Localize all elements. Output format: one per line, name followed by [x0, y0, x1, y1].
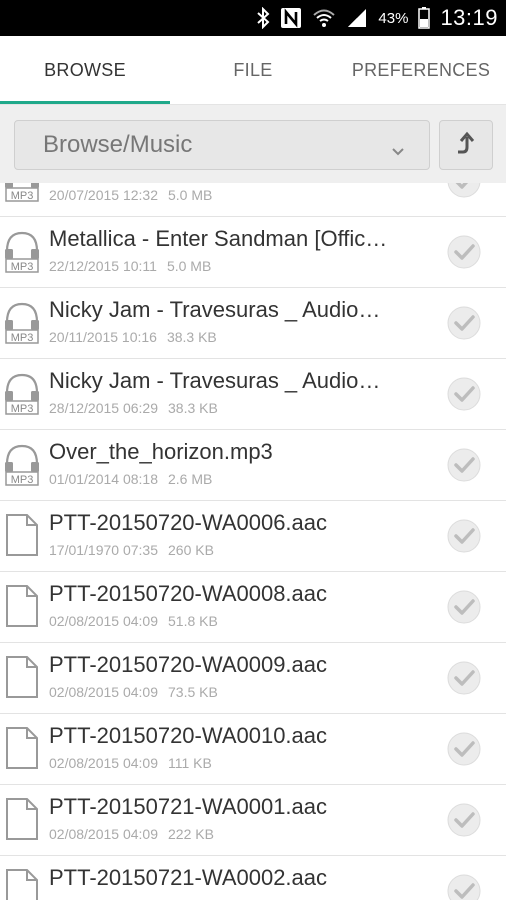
file-list[interactable]: MP3 20/07/2015 12:32 5.0 MB MP3 Metallica - …	[0, 183, 506, 900]
file-date: 20/11/2015 10:16	[49, 329, 157, 345]
file-size: 2.6 MB	[168, 471, 213, 487]
file-name: PTT-20150720-WA0008.aac	[49, 581, 328, 606]
file-size: 38.3 KB	[168, 400, 218, 416]
file-row[interactable]: MP3 Over_the_horizon.mp3 01/01/2014 08:18 2…	[0, 430, 506, 501]
path-dropdown[interactable]: Browse/Music	[14, 120, 430, 170]
tab-file[interactable]: FILE	[170, 36, 336, 104]
file-date: 22/12/2015 10:11	[49, 258, 157, 274]
file-size: 38.3 KB	[166, 329, 217, 345]
file-date: 17/01/1970 07:35	[49, 542, 158, 558]
svg-text:MP3: MP3	[11, 332, 34, 344]
file-name: Over_the_horizon.mp3	[49, 439, 273, 464]
file-size: 260 KB	[168, 542, 214, 558]
bluetooth-icon	[256, 7, 270, 29]
file-name: Nicky Jam - Travesuras _ Audio…	[49, 297, 381, 322]
folder-up-icon	[451, 128, 481, 163]
file-icon	[3, 584, 41, 628]
file-name: PTT-20150720-WA0009.aac	[49, 652, 328, 677]
file-date: 02/08/2015 04:09	[49, 755, 158, 771]
file-row[interactable]: MP3 20/07/2015 12:32 5.0 MB	[0, 183, 506, 217]
file-icon	[3, 726, 41, 770]
file-row[interactable]: PTT-20150721-WA0001.aac 02/08/2015 04:09 2…	[0, 785, 506, 856]
file-meta: 02/08/2015 04:09 111 KB	[49, 755, 212, 771]
status-bar: 43% 13:19	[0, 0, 506, 36]
battery-icon	[418, 7, 431, 29]
file-name: PTT-20150721-WA0002.aac	[49, 865, 328, 890]
mp3-file-icon: MP3	[3, 371, 41, 415]
tab-bar: BROWSE FILE PREFERENCES	[0, 36, 506, 105]
tab-browse[interactable]: BROWSE	[0, 36, 170, 104]
svg-text:MP3: MP3	[11, 474, 34, 486]
file-meta: 22/12/2015 10:11 5.0 MB	[49, 258, 211, 274]
select-checkmark-icon[interactable]	[446, 305, 482, 341]
select-checkmark-icon[interactable]	[446, 873, 482, 900]
nfc-icon	[280, 7, 302, 29]
svg-text:MP3: MP3	[11, 403, 34, 415]
file-size: 5.0 MB	[168, 187, 213, 203]
select-checkmark-icon[interactable]	[446, 660, 482, 696]
file-name: Metallica - Enter Sandman [Offic…	[49, 226, 388, 251]
file-row[interactable]: MP3 Nicky Jam - Travesuras _ Audio… 28/12/…	[0, 359, 506, 430]
file-name: PTT-20150721-WA0001.aac	[49, 794, 328, 819]
file-meta: 20/11/2015 10:16 38.3 KB	[49, 329, 217, 345]
select-checkmark-icon[interactable]	[446, 447, 482, 483]
file-row[interactable]: MP3 Nicky Jam - Travesuras _ Audio… 20/11/…	[0, 288, 506, 359]
mp3-file-icon: MP3	[3, 229, 41, 273]
file-meta: 28/12/2015 06:29 38.3 KB	[49, 400, 218, 416]
file-row[interactable]: PTT-20150720-WA0008.aac 02/08/2015 04:09 5…	[0, 572, 506, 643]
select-checkmark-icon[interactable]	[446, 589, 482, 625]
select-checkmark-icon[interactable]	[446, 234, 482, 270]
file-date: 02/08/2015 04:09	[49, 613, 158, 629]
file-size: 111 KB	[168, 755, 212, 771]
select-checkmark-icon[interactable]	[446, 376, 482, 412]
mp3-file-icon: MP3	[3, 300, 41, 344]
file-row[interactable]: PTT-20150720-WA0010.aac 02/08/2015 04:09 1…	[0, 714, 506, 785]
file-meta: 17/01/1970 07:35 260 KB	[49, 542, 214, 558]
file-meta: 20/07/2015 12:32 5.0 MB	[49, 187, 212, 203]
file-row[interactable]: MP3 Metallica - Enter Sandman [Offic… 22/1…	[0, 217, 506, 288]
tab-preferences[interactable]: PREFERENCES	[336, 36, 506, 104]
mp3-file-icon: MP3	[3, 183, 41, 202]
select-checkmark-icon[interactable]	[446, 731, 482, 767]
battery-percent: 43%	[378, 9, 409, 27]
file-icon	[3, 797, 41, 841]
file-name: PTT-20150720-WA0006.aac	[49, 510, 328, 535]
clock: 13:19	[440, 5, 498, 30]
file-date: 20/07/2015 12:32	[49, 187, 158, 203]
file-meta: 02/08/2015 04:09 222 KB	[49, 826, 214, 842]
svg-text:MP3: MP3	[11, 261, 34, 273]
path-bar: Browse/Music	[0, 105, 506, 184]
svg-text:MP3: MP3	[11, 190, 34, 202]
file-size: 222 KB	[168, 826, 214, 842]
mp3-file-icon: MP3	[3, 442, 41, 486]
file-meta: 02/08/2015 04:09 73.5 KB	[49, 684, 218, 700]
file-name: Nicky Jam - Travesuras _ Audio…	[49, 368, 381, 393]
file-row[interactable]: PTT-20150721-WA0002.aac	[0, 856, 506, 900]
select-checkmark-icon[interactable]	[446, 183, 482, 199]
file-date: 02/08/2015 04:09	[49, 684, 158, 700]
file-row[interactable]: PTT-20150720-WA0006.aac 17/01/1970 07:35 2…	[0, 501, 506, 572]
file-date: 01/01/2014 08:18	[49, 471, 158, 487]
file-size: 5.0 MB	[166, 258, 212, 274]
file-meta: 01/01/2014 08:18 2.6 MB	[49, 471, 212, 487]
file-date: 28/12/2015 06:29	[49, 400, 158, 416]
select-checkmark-icon[interactable]	[446, 518, 482, 554]
current-path: Browse/Music	[43, 131, 193, 158]
signal-icon	[346, 8, 368, 28]
file-icon	[3, 655, 41, 699]
file-date: 02/08/2015 04:09	[49, 826, 158, 842]
select-checkmark-icon[interactable]	[446, 802, 482, 838]
file-name: PTT-20150720-WA0010.aac	[49, 723, 328, 748]
file-icon	[3, 513, 41, 557]
file-meta: 02/08/2015 04:09 51.8 KB	[49, 613, 218, 629]
file-size: 73.5 KB	[168, 684, 218, 700]
file-icon	[3, 868, 41, 900]
wifi-icon	[312, 8, 336, 28]
file-row[interactable]: PTT-20150720-WA0009.aac 02/08/2015 04:09 7…	[0, 643, 506, 714]
chevron-down-icon	[391, 137, 405, 165]
folder-up-button[interactable]	[439, 120, 493, 170]
file-size: 51.8 KB	[168, 613, 218, 629]
